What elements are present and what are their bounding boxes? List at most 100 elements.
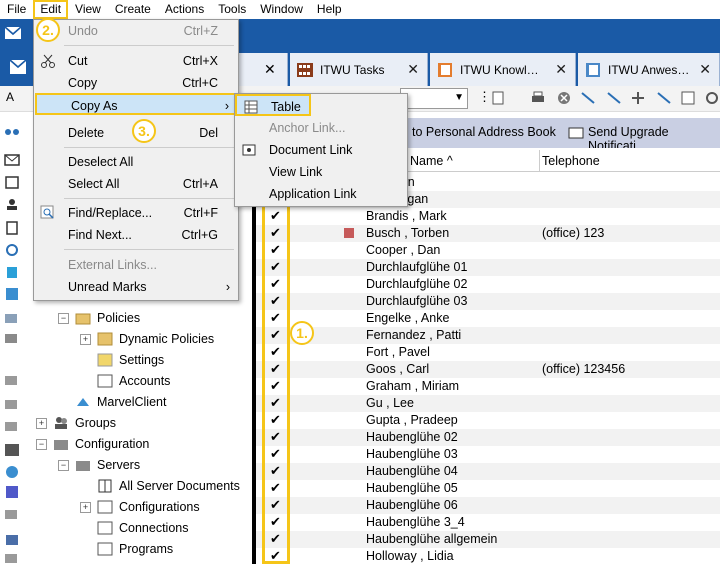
teams-icon[interactable]	[4, 484, 20, 500]
tree-item-marvelclient[interactable]: MarvelClient	[75, 392, 166, 412]
expand-icon[interactable]: +	[80, 501, 91, 513]
folder-icon[interactable]	[4, 550, 20, 564]
collapse-icon[interactable]: −	[58, 459, 69, 471]
menu-item-find-replace[interactable]: Find/Replace... Ctrl+F	[34, 202, 238, 224]
folder-icon[interactable]	[4, 506, 20, 522]
folder-gear-icon[interactable]	[4, 330, 20, 346]
expand-icon[interactable]: +	[80, 333, 91, 345]
tab-itwu-knowl[interactable]: ITWU Knowl… ✕	[430, 53, 576, 86]
binoculars-icon[interactable]	[4, 122, 20, 138]
calendar-icon[interactable]	[4, 174, 20, 190]
tree-item-dynamic-policies[interactable]: + Dynamic Policies	[80, 329, 214, 349]
tab-itwu-tasks[interactable]: ITWU Tasks ✕	[290, 53, 428, 86]
tree-item-policies[interactable]: − Policies	[58, 308, 140, 328]
table-row[interactable]: ✔ Haubenglühe 06	[256, 497, 720, 514]
add-to-personal-address-book-button[interactable]: to Personal Address Book	[412, 125, 556, 139]
menu-item-view-link[interactable]: View Link	[235, 161, 407, 183]
server-icon[interactable]	[4, 532, 20, 548]
table-row[interactable]: ✔ Haubenglühe 02	[256, 429, 720, 446]
column-divider[interactable]	[539, 150, 540, 172]
table-row[interactable]: ✔ Busch , Torben (office) 123	[256, 225, 720, 242]
contacts-icon[interactable]	[4, 196, 20, 212]
table-row[interactable]: ✔ Goos , Carl (office) 123456	[256, 361, 720, 378]
table-row[interactable]: ✔ Haubenglühe 03	[256, 446, 720, 463]
tree-item-accounts[interactable]: Accounts	[97, 371, 170, 391]
table-row[interactable]: ✔ Cooper , Dan	[256, 242, 720, 259]
menu-item-cut[interactable]: Cut Ctrl+X	[34, 50, 238, 72]
menu-item-deselect-all[interactable]: Deselect All	[34, 151, 238, 173]
folder-icon[interactable]	[4, 372, 20, 388]
menu-item-application-link[interactable]: Application Link	[235, 183, 407, 205]
menu-item-undo[interactable]: Undo Ctrl+Z	[34, 20, 238, 42]
menu-item-unread-marks[interactable]: Unread Marks ›	[34, 276, 238, 298]
move-icon[interactable]	[606, 90, 622, 106]
tree-item-programs[interactable]: Programs	[97, 539, 173, 559]
tab-partial[interactable]: ✕	[238, 53, 288, 86]
table-row[interactable]: ✔ Haubenglühe allgemein	[256, 531, 720, 548]
table-row[interactable]: ✔ Fort , Pavel	[256, 344, 720, 361]
collapse-icon[interactable]: −	[58, 312, 69, 324]
folder-icon[interactable]	[4, 418, 20, 434]
move-icon[interactable]	[580, 90, 596, 106]
todo-icon[interactable]	[4, 220, 20, 236]
tree-item-configurations[interactable]: + Configurations	[80, 497, 200, 517]
table-row[interactable]: ✔ Haubenglühe 04	[256, 463, 720, 480]
collapse-icon[interactable]: −	[36, 438, 47, 450]
expand-icon[interactable]: +	[36, 417, 47, 429]
menu-view[interactable]: View	[68, 0, 108, 19]
menu-item-document-link[interactable]: Document Link	[235, 139, 407, 161]
menu-item-anchor-link[interactable]: Anchor Link...	[235, 117, 407, 139]
print-icon[interactable]	[530, 90, 546, 106]
menu-tools[interactable]: Tools	[211, 0, 253, 19]
menu-actions[interactable]: Actions	[158, 0, 211, 19]
menu-item-copy-as[interactable]: Copy As ›	[35, 93, 239, 115]
menu-item-delete[interactable]: Delete Del	[34, 122, 238, 144]
tree-item-servers[interactable]: − Servers	[58, 455, 140, 475]
tab-itwu-anwes[interactable]: ITWU Anwes… ✕	[578, 53, 720, 86]
menu-item-table[interactable]: Table	[235, 94, 311, 116]
menu-item-select-all[interactable]: Select All Ctrl+A	[34, 173, 238, 195]
domino-icon[interactable]	[4, 442, 20, 458]
close-icon[interactable]: ✕	[555, 61, 567, 78]
column-telephone[interactable]: Telephone	[542, 154, 600, 168]
menu-window[interactable]: Window	[253, 0, 310, 19]
table-row[interactable]: ✔ Durchlaufglühe 01	[256, 259, 720, 276]
font-icon[interactable]: A	[6, 90, 14, 104]
view-selector[interactable]: ▼	[400, 88, 468, 109]
menu-create[interactable]: Create	[108, 0, 158, 19]
close-icon[interactable]: ✕	[407, 61, 419, 78]
tree-item-configuration[interactable]: − Configuration	[36, 434, 149, 454]
security-icon[interactable]	[4, 264, 20, 280]
tree-item-settings[interactable]: Settings	[97, 350, 164, 370]
table-row[interactable]: ✔ Durchlaufglühe 02	[256, 276, 720, 293]
forward-icon[interactable]	[656, 90, 672, 106]
close-icon[interactable]: ✕	[264, 61, 276, 78]
menu-edit[interactable]: Edit	[33, 0, 69, 19]
close-icon[interactable]: ✕	[699, 61, 711, 78]
folder-star-icon[interactable]	[4, 310, 20, 326]
sync-icon[interactable]	[4, 242, 20, 258]
table-row[interactable]: ✔ Brandis , Mark	[256, 208, 720, 225]
menu-file[interactable]: File	[0, 0, 33, 19]
refresh-icon[interactable]	[704, 90, 720, 106]
tree-item-groups[interactable]: + Groups	[36, 413, 116, 433]
table-row[interactable]: ✔ Holloway , Lidia	[256, 548, 720, 564]
mail-icon[interactable]	[4, 24, 22, 42]
table-row[interactable]: ✔ Gu , Lee	[256, 395, 720, 412]
table-row[interactable]: ✔ Graham , Miriam	[256, 378, 720, 395]
tree-item-all-server-documents[interactable]: All Server Documents	[97, 476, 240, 496]
menu-item-find-next[interactable]: Find Next... Ctrl+G	[34, 224, 238, 246]
table-icon[interactable]	[680, 90, 696, 106]
app-icon[interactable]	[4, 286, 20, 302]
tree-item-connections[interactable]: Connections	[97, 518, 189, 538]
new-document-icon[interactable]	[490, 90, 506, 106]
folder-icon[interactable]	[4, 396, 20, 412]
chat-icon[interactable]	[4, 464, 20, 480]
menu-item-copy[interactable]: Copy Ctrl+C	[34, 72, 238, 94]
plus-icon[interactable]	[630, 90, 646, 106]
mail-icon[interactable]	[10, 60, 26, 74]
table-row[interactable]: ✔ Gupta , Pradeep	[256, 412, 720, 429]
menu-item-external-links[interactable]: External Links...	[34, 254, 238, 276]
menu-help[interactable]: Help	[310, 0, 349, 19]
table-row[interactable]: ✔ Engelke , Anke	[256, 310, 720, 327]
